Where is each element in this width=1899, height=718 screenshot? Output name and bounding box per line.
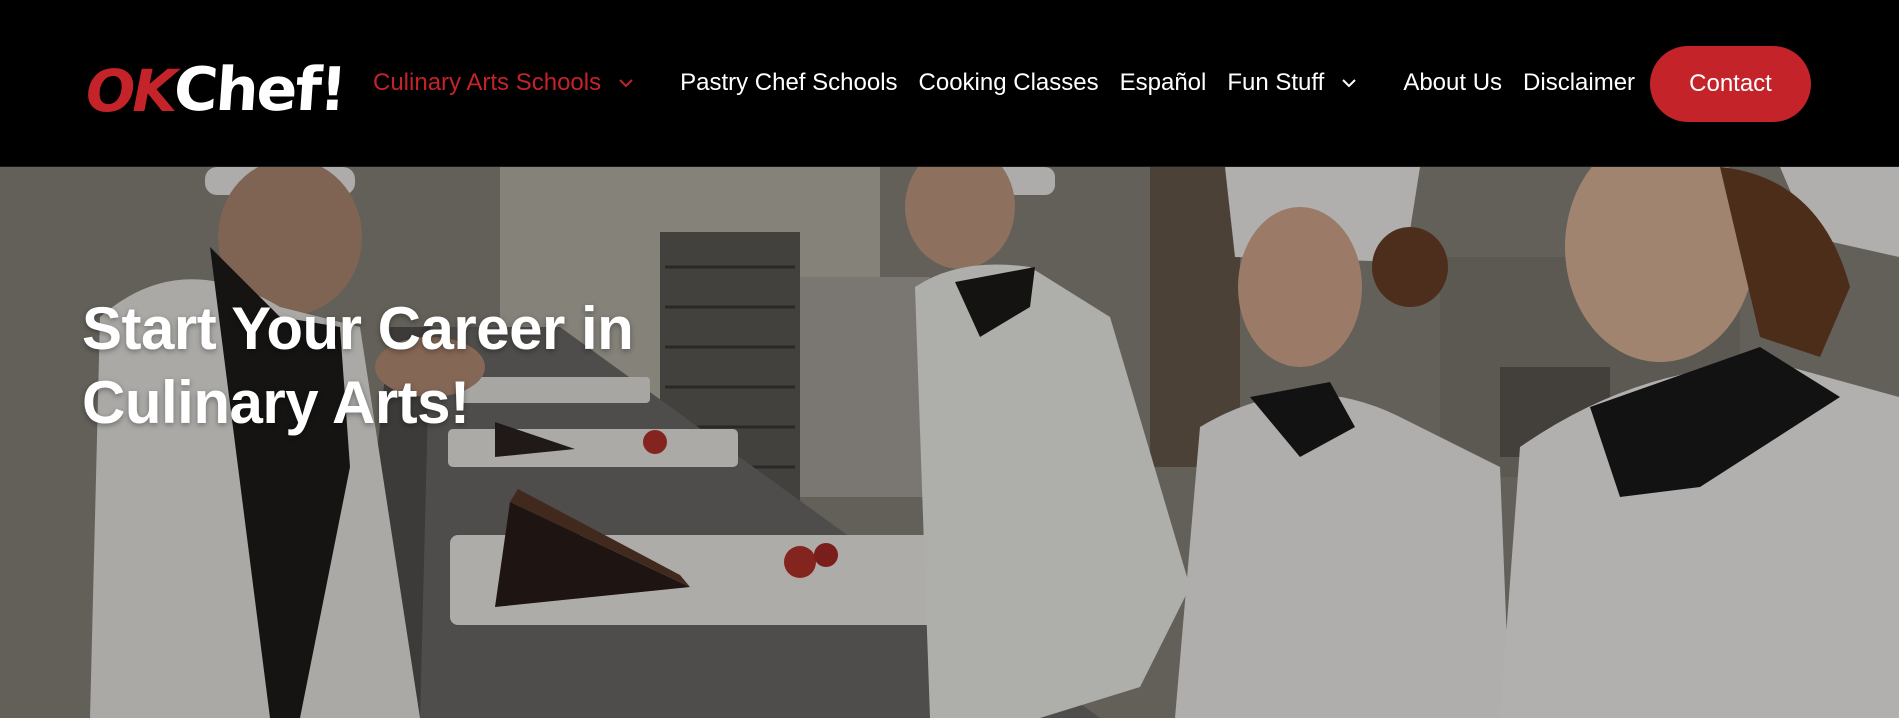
nav-item-cooking-classes[interactable]: Cooking Classes [919, 69, 1099, 97]
nav-item-fun-stuff[interactable]: Fun Stuff [1227, 69, 1382, 97]
main-nav: Culinary Arts Schools Pastry Chef School… [373, 0, 1656, 166]
logo-chef-text: Chef! [171, 55, 348, 125]
hero-title-line-2: Culinary Arts! [82, 369, 470, 436]
hero-banner: Start Your Career in Culinary Arts! [0, 167, 1899, 718]
nav-item-culinary-arts-schools[interactable]: Culinary Arts Schools [373, 69, 659, 97]
nav-label: About Us [1403, 69, 1503, 96]
nav-label: Español [1119, 69, 1207, 96]
nav-item-disclaimer[interactable]: Disclaimer [1523, 69, 1635, 97]
contact-button[interactable]: Contact [1650, 46, 1811, 122]
logo-ok-text: OK [86, 57, 177, 125]
hero-title: Start Your Career in Culinary Arts! [82, 292, 802, 440]
nav-label: Culinary Arts Schools [373, 69, 602, 96]
nav-label: Disclaimer [1523, 69, 1636, 96]
site-header: OK Chef! Culinary Arts Schools Pastry Ch… [0, 0, 1899, 167]
hero-title-line-1: Start Your Career in [82, 295, 634, 362]
chevron-down-icon[interactable] [1342, 78, 1357, 88]
nav-item-espanol[interactable]: Español [1120, 69, 1207, 97]
nav-label: Fun Stuff [1227, 69, 1325, 96]
okchef-logo[interactable]: OK Chef! [86, 44, 348, 125]
nav-item-pastry-chef-schools[interactable]: Pastry Chef Schools [680, 69, 897, 97]
nav-label: Pastry Chef Schools [680, 69, 898, 96]
nav-item-about-us[interactable]: About Us [1403, 69, 1502, 97]
chevron-down-icon[interactable] [619, 78, 633, 88]
nav-label: Cooking Classes [918, 69, 1099, 96]
hero-dark-overlay [0, 167, 1899, 718]
